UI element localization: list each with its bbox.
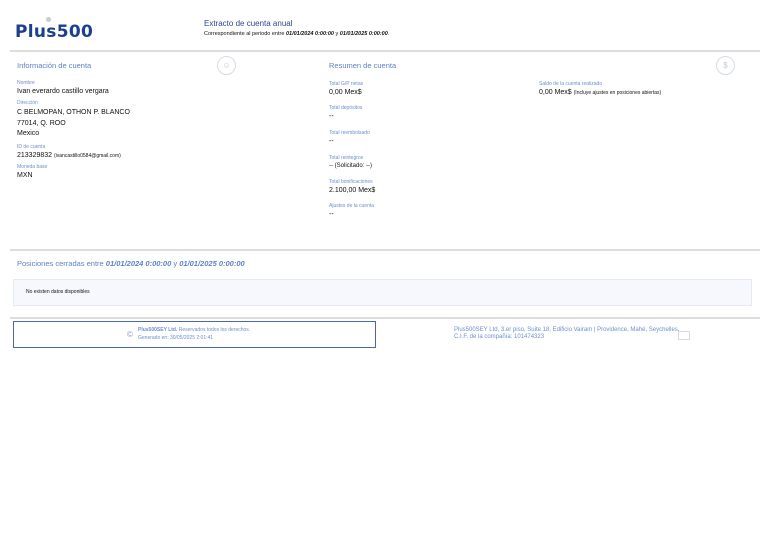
- summary-item: Total bonificaciones 2.100,00 Mex$: [329, 179, 376, 194]
- money-icon: $: [716, 56, 735, 75]
- account-info: Nombre Ivan everardo castillo vergara Di…: [17, 80, 130, 179]
- currency-value: MXN: [17, 171, 33, 179]
- summary-item: Total reembolsado --: [329, 130, 370, 145]
- footer-address: Plus500SEY Ltd, 3.er piso, Suite 18, Edi…: [454, 327, 680, 340]
- summary-item: Total depósitos --: [329, 105, 363, 120]
- summary-item: Total G/P netas 0,00 Mex$: [329, 81, 364, 96]
- summary-item: Total reintegros -- (Solicitado: --): [329, 155, 373, 169]
- divider: [10, 50, 760, 52]
- name-label: Nombre: [17, 80, 35, 86]
- closed-positions-title: Posiciones cerradas entre 01/01/2024 0:0…: [17, 259, 245, 268]
- divider: [10, 317, 760, 319]
- currency-label: Moneda base: [17, 163, 48, 170]
- closed-positions-table: No existen datos disponibles: [13, 279, 752, 306]
- document-title: Extracto de cuenta anual: [204, 19, 293, 28]
- id-label: ID de cuenta: [17, 143, 46, 150]
- summary-list: Total G/P netas 0,00 Mex$ Total depósitos…: [329, 81, 375, 227]
- address-label: Dirección: [17, 100, 38, 106]
- summary-item: Ajustes de la cuenta --: [329, 203, 375, 218]
- plus500-logo: Plus500: [15, 22, 94, 42]
- document-period: Correspondiente al periodo entre 01/01/2…: [204, 31, 390, 37]
- copyright-icon: ©: [127, 330, 133, 339]
- realized-balance: Saldo de la cuenta realizado 0,00 Mex$ (…: [539, 81, 662, 96]
- divider: [10, 249, 760, 251]
- footer-copyright: Plus500SEY Ltd. Reservados todos los der…: [138, 327, 251, 341]
- user-icon: ☺: [217, 56, 236, 75]
- summary-title: Resumen de cuenta: [329, 61, 397, 70]
- id-value: 213329832 (ivancastillo0584@gmail.com): [17, 151, 121, 159]
- account-info-title: Información de cuenta: [17, 61, 92, 70]
- address-value: C BELMOPAN, OTHON P. BLANCO 77014, Q. ROO…: [17, 109, 130, 137]
- name-value: Ivan everardo castillo vergara: [17, 88, 109, 95]
- no-data-message: No existen datos disponibles: [26, 289, 90, 295]
- mail-icon: [678, 331, 690, 340]
